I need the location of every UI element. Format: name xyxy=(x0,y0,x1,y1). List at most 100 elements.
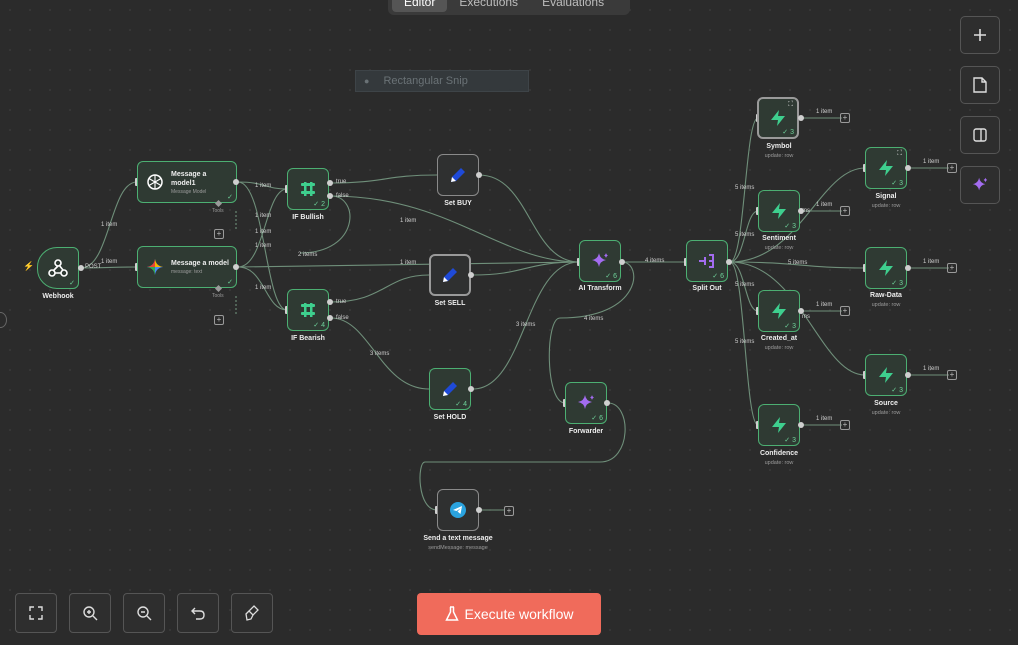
output-port[interactable] xyxy=(233,264,239,270)
node-raw-data[interactable]: ✓ 3 xyxy=(865,247,907,289)
node-forwarder[interactable]: ✓ 6 xyxy=(565,382,607,424)
supabase-icon xyxy=(877,366,895,384)
node-label: Sentiment xyxy=(762,235,796,242)
node-set-buy[interactable] xyxy=(437,154,479,196)
flask-icon xyxy=(444,606,459,621)
true-label: true xyxy=(336,299,347,305)
add-node-button[interactable]: + xyxy=(840,420,850,430)
tab-executions[interactable]: Executions xyxy=(447,0,530,12)
node-label: Forwarder xyxy=(568,428,604,435)
node-symbol[interactable]: ⛶ ✓ 3 xyxy=(757,97,799,139)
zoom-out-icon xyxy=(136,605,151,620)
ai-assistant-button[interactable] xyxy=(960,166,1000,204)
false-label: false xyxy=(336,315,349,321)
telegram-icon xyxy=(449,501,467,519)
node-message-model1[interactable]: Message a model1 Message Model ✓ xyxy=(137,161,237,203)
output-port[interactable] xyxy=(476,172,482,178)
add-node-button[interactable]: + xyxy=(504,506,514,516)
output-port[interactable] xyxy=(476,507,482,513)
node-label: Set BUY xyxy=(444,200,472,207)
execute-workflow-button[interactable]: Execute workflow xyxy=(417,593,601,635)
trigger-bolt-icon: ⚡ xyxy=(23,261,35,271)
tools-label: Tools xyxy=(212,208,224,214)
node-if-bearish[interactable]: ✓ 4 xyxy=(287,289,329,331)
pin-icon: ⛶ xyxy=(788,101,793,108)
edge-label: 5 items xyxy=(735,185,755,191)
add-node-button[interactable]: + xyxy=(947,263,957,273)
tidy-up-icon xyxy=(245,605,259,621)
connections-layer xyxy=(80,117,949,511)
node-split-out[interactable]: ✓ 6 xyxy=(686,240,728,282)
true-output-port[interactable] xyxy=(327,180,333,186)
add-node-button[interactable]: + xyxy=(947,163,957,173)
node-ai-transform[interactable]: ✓ 6 xyxy=(579,240,621,282)
edge-label: 4 items xyxy=(645,258,665,264)
undo-button[interactable] xyxy=(177,593,219,633)
node-if-bullish[interactable]: ✓ 2 xyxy=(287,168,329,210)
tidy-up-button[interactable] xyxy=(231,593,273,633)
node-set-hold[interactable]: ✓ 4 xyxy=(429,368,471,410)
output-port[interactable] xyxy=(905,265,911,271)
true-output-port[interactable] xyxy=(327,299,333,305)
output-port[interactable] xyxy=(726,259,732,265)
output-port[interactable] xyxy=(233,179,239,185)
success-check-icon: ✓ 3 xyxy=(784,437,796,444)
output-port[interactable] xyxy=(604,400,610,406)
edge-label: 1 item xyxy=(101,222,118,228)
node-webhook[interactable]: ✓ xyxy=(37,247,79,289)
success-check-icon: ✓ xyxy=(69,280,75,287)
workflow-canvas[interactable]: Editor Executions Evaluations ● Rectangu… xyxy=(0,0,1018,645)
tab-editor[interactable]: Editor xyxy=(392,0,448,12)
node-subtitle: update: row xyxy=(764,245,794,251)
output-port[interactable] xyxy=(905,165,911,171)
node-sentiment[interactable]: ✓ 3 xyxy=(758,190,800,232)
add-tool-button[interactable]: + xyxy=(214,315,224,325)
add-tool-button[interactable]: + xyxy=(214,229,224,239)
false-output-port[interactable] xyxy=(327,193,333,199)
output-port[interactable] xyxy=(798,208,804,214)
node-subtitle: update: row xyxy=(871,410,901,416)
node-set-sell[interactable] xyxy=(429,254,471,296)
add-node-button[interactable]: + xyxy=(840,113,850,123)
add-node-button[interactable] xyxy=(960,16,1000,54)
add-node-button[interactable]: + xyxy=(947,370,957,380)
add-sticky-button[interactable] xyxy=(960,66,1000,104)
output-port[interactable] xyxy=(468,386,474,392)
output-port[interactable] xyxy=(798,115,804,121)
fit-view-button[interactable] xyxy=(15,593,57,633)
output-port[interactable] xyxy=(78,265,84,271)
toggle-panel-button[interactable] xyxy=(960,116,1000,154)
output-port[interactable] xyxy=(619,259,625,265)
false-label: false xyxy=(336,193,349,199)
node-label: AI Transform xyxy=(578,285,622,292)
zoom-out-button[interactable] xyxy=(123,593,165,633)
edge-label: 5 items xyxy=(788,260,808,266)
node-subtitle: message: text xyxy=(171,269,203,275)
success-check-icon: ✓ 4 xyxy=(313,322,325,329)
output-port[interactable] xyxy=(798,308,804,314)
supabase-icon xyxy=(770,302,788,320)
true-label: true xyxy=(336,179,347,185)
output-port[interactable] xyxy=(905,372,911,378)
pencil-icon xyxy=(440,265,460,285)
node-label: Set SELL xyxy=(434,300,466,307)
node-send-text-message[interactable] xyxy=(437,489,479,531)
node-signal[interactable]: ⛶ ✓ 3 xyxy=(865,147,907,189)
if-branch-icon xyxy=(299,301,317,319)
gemini-icon xyxy=(146,258,164,276)
tab-evaluations[interactable]: Evaluations xyxy=(530,0,616,12)
success-check-icon: ✓ 3 xyxy=(784,223,796,230)
node-source[interactable]: ✓ 3 xyxy=(865,354,907,396)
false-output-port[interactable] xyxy=(327,315,333,321)
success-check-icon: ✓ 6 xyxy=(591,415,603,422)
node-confidence[interactable]: ✓ 3 xyxy=(758,404,800,446)
output-port[interactable] xyxy=(468,272,474,278)
node-created-at[interactable]: ✓ 3 xyxy=(758,290,800,332)
node-label: Confidence xyxy=(759,450,799,457)
node-message-model[interactable]: Message a model message: text ✓ xyxy=(137,246,237,288)
fit-view-icon xyxy=(29,606,43,620)
edge-label: 2 items xyxy=(298,252,318,258)
output-port[interactable] xyxy=(798,422,804,428)
zoom-in-button[interactable] xyxy=(69,593,111,633)
undo-icon xyxy=(191,607,205,620)
